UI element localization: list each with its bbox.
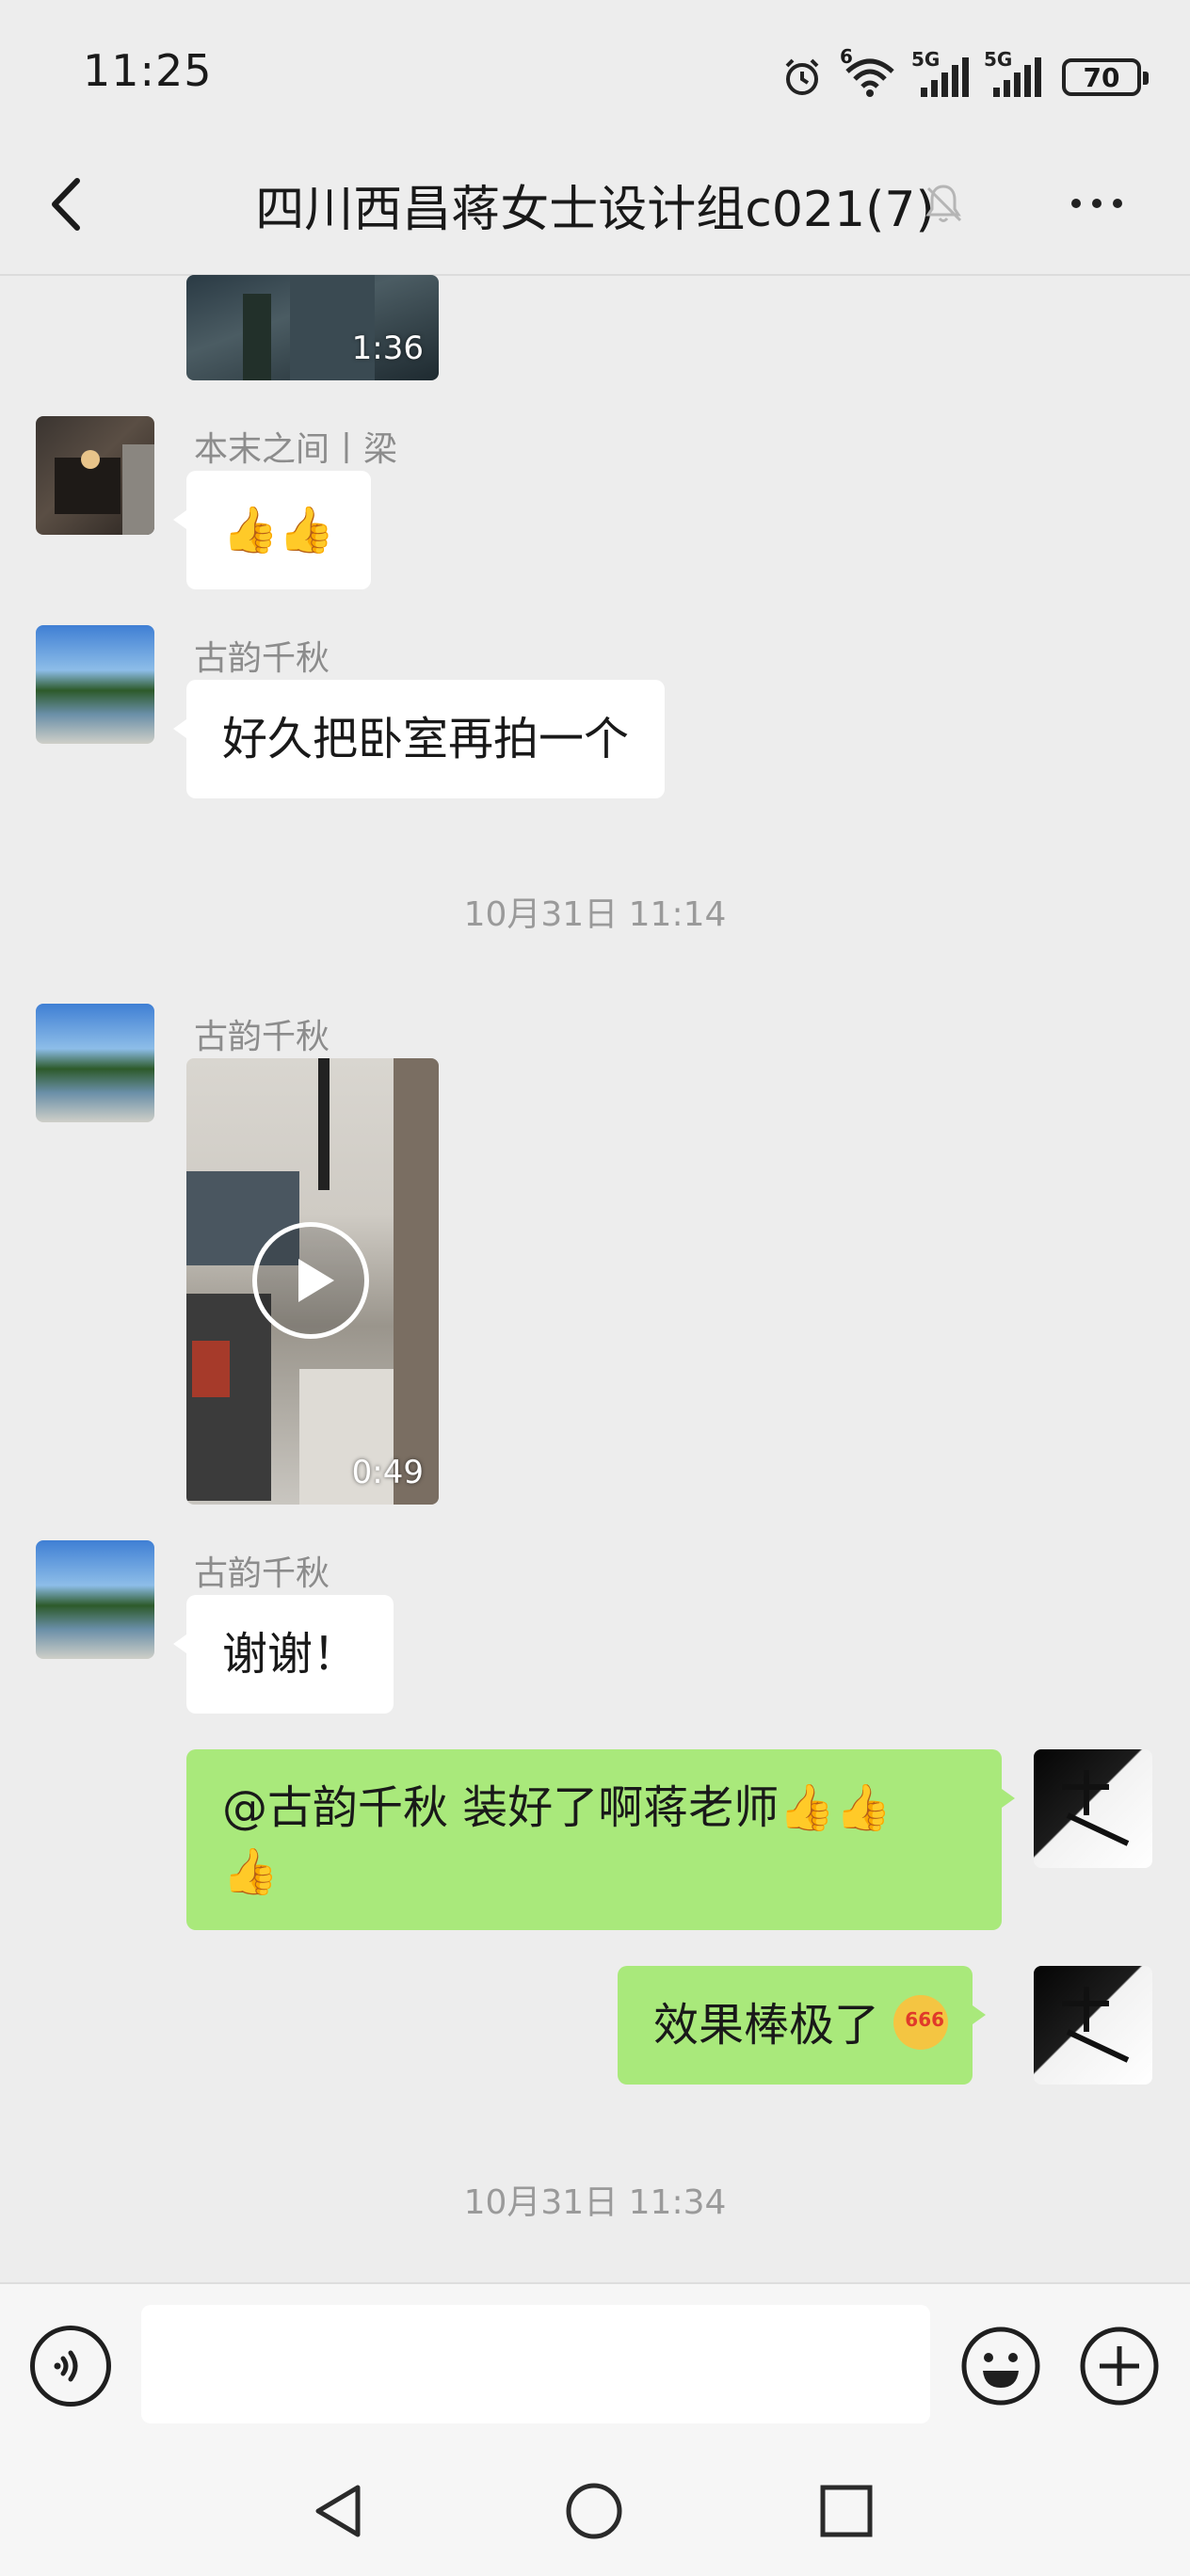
sender-name: 古韵千秋 xyxy=(194,1018,330,1056)
video-duration: 0:49 xyxy=(351,1454,424,1491)
chat-title: 四川西昌蒋女士设计组c021(7) xyxy=(255,182,935,238)
sender-name: 古韵千秋 xyxy=(194,1554,330,1593)
wifi-badge: 6 xyxy=(840,45,853,68)
video-message[interactable]: 0:49 xyxy=(186,1058,439,1505)
avatar[interactable] xyxy=(36,416,154,535)
timestamp: 10月31日 11:14 xyxy=(463,895,727,934)
message-bubble[interactable]: 👍👍 xyxy=(173,471,371,589)
nav-home-icon[interactable] xyxy=(565,2482,623,2540)
message-bubble[interactable]: @古韵千秋 装好了啊蒋老师👍👍 👍 xyxy=(186,1749,1015,1930)
voice-icon[interactable] xyxy=(30,2326,111,2407)
my-avatar[interactable] xyxy=(1034,1966,1152,2085)
status-icons: 6 5G 5G 70 xyxy=(781,45,1149,105)
signal-2-icon: 5G xyxy=(984,48,1041,97)
message-bubble[interactable]: 效果棒极了 666 xyxy=(618,1966,987,2085)
message-text: 👍 xyxy=(222,1845,279,1898)
alarm-icon xyxy=(785,58,819,95)
my-avatar[interactable] xyxy=(1034,1749,1152,1868)
wifi-icon: 6 xyxy=(840,45,896,98)
message-text: 👍👍 xyxy=(222,504,335,556)
message-text: 效果棒极了 xyxy=(653,1999,880,2052)
status-time: 11:25 xyxy=(83,45,213,96)
sender-name: 本末之间丨梁 xyxy=(194,430,398,469)
battery-level: 70 xyxy=(1083,61,1120,93)
play-icon[interactable] xyxy=(252,1222,369,1339)
message-text: 谢谢！ xyxy=(222,1628,359,1681)
avatar[interactable] xyxy=(36,625,154,744)
emoji-666: 666 xyxy=(893,1995,949,2050)
video-message[interactable]: 1:36 xyxy=(186,275,439,380)
plus-icon[interactable] xyxy=(1079,2326,1160,2407)
battery-icon: 70 xyxy=(1062,58,1149,96)
emoji-icon[interactable] xyxy=(960,2326,1041,2407)
avatar[interactable] xyxy=(36,1540,154,1659)
more-icon[interactable] xyxy=(1071,185,1134,222)
message-text: 好久把卧室再拍一个 xyxy=(222,713,630,765)
message-input[interactable] xyxy=(141,2305,930,2423)
mute-icon xyxy=(925,185,962,222)
timestamp: 10月31日 11:34 xyxy=(463,2183,727,2222)
sender-name: 古韵千秋 xyxy=(194,639,330,678)
nav-back-icon[interactable] xyxy=(311,2482,367,2540)
avatar[interactable] xyxy=(36,1004,154,1122)
signal-1-icon: 5G xyxy=(911,48,969,97)
video-duration: 1:36 xyxy=(351,330,424,367)
message-bubble[interactable]: 好久把卧室再拍一个 xyxy=(172,680,666,798)
message-bubble[interactable]: 谢谢！ xyxy=(172,1595,394,1714)
message-text: @古韵千秋 装好了啊蒋老师👍👍 xyxy=(222,1781,892,1834)
nav-recents-icon[interactable] xyxy=(819,2484,874,2538)
